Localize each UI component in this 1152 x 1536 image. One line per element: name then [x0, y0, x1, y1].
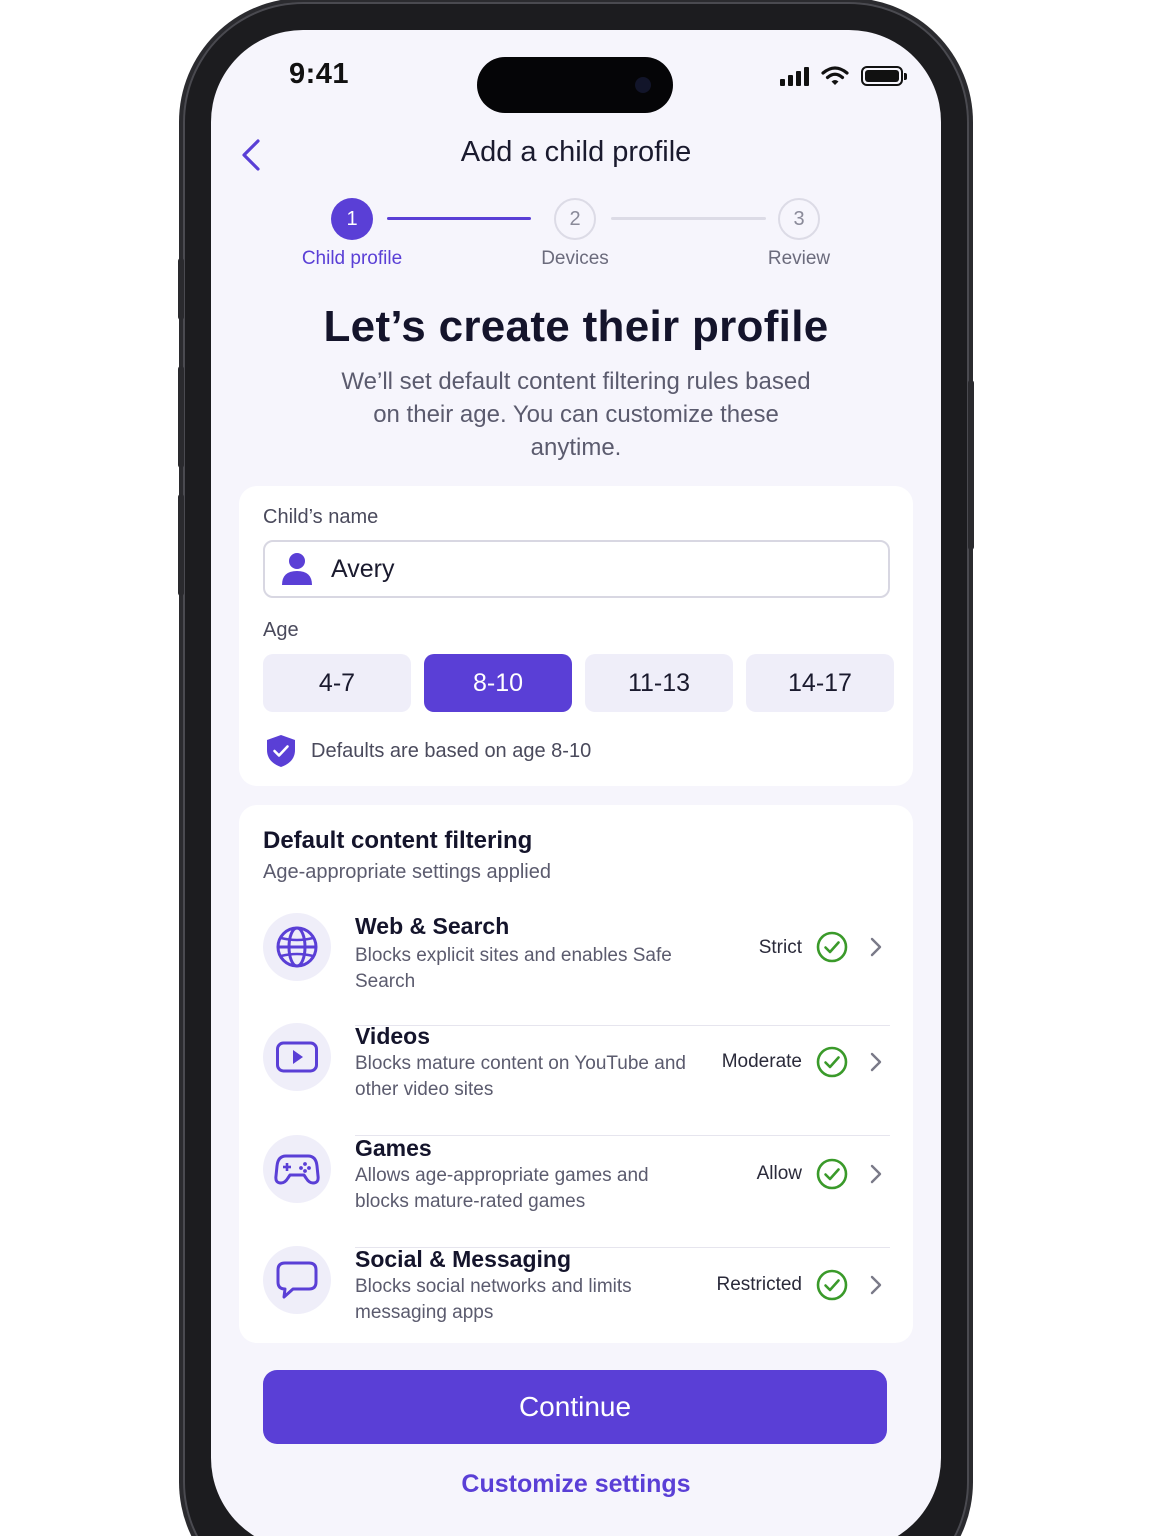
check-circle-icon — [816, 1269, 848, 1301]
status-time: 9:41 — [289, 58, 350, 90]
check-circle-icon — [816, 1158, 848, 1190]
filter-level: Allow — [756, 1163, 802, 1184]
step-2-label: Devices — [541, 248, 609, 269]
video-play-icon — [276, 1041, 318, 1073]
name-field-label: Child’s name — [263, 506, 379, 528]
chevron-right-icon — [870, 1275, 882, 1295]
step-connector-2 — [611, 217, 766, 220]
age-field-label: Age — [263, 619, 299, 641]
action-button — [178, 258, 184, 320]
filter-level: Moderate — [721, 1051, 802, 1072]
step-connector-1 — [387, 217, 531, 220]
filter-name: Web & Search — [355, 913, 510, 939]
defaults-note: Defaults are based on age 8-10 — [265, 734, 591, 768]
page-title: Add a child profile — [460, 136, 692, 168]
chevron-right-icon — [870, 1164, 882, 1184]
volume-down-button — [178, 494, 184, 596]
age-option-4-7[interactable]: 4-7 — [263, 654, 411, 712]
filter-row-games[interactable]: Games Allows age-appropriate games and b… — [263, 1135, 890, 1248]
age-option-11-13[interactable]: 11-13 — [585, 654, 733, 712]
check-circle-icon — [816, 931, 848, 963]
step-3-indicator: 3 — [778, 198, 820, 240]
age-option-8-10[interactable]: 8-10 — [424, 654, 572, 712]
defaults-note-text: Defaults are based on age 8-10 — [311, 739, 592, 762]
filter-name: Videos — [355, 1023, 430, 1049]
step-1-label: Child profile — [301, 248, 403, 269]
filter-row-videos[interactable]: Videos Blocks mature content on YouTube … — [263, 1023, 890, 1136]
check-circle-icon — [816, 1046, 848, 1078]
filter-level: Restricted — [716, 1274, 802, 1295]
filter-name: Games — [355, 1135, 432, 1161]
chat-bubble-icon — [276, 1261, 318, 1299]
content-filtering-card: Default content filtering Age-appropriat… — [239, 805, 913, 1343]
child-name-input[interactable]: Avery — [263, 540, 890, 598]
step-3-label: Review — [767, 248, 831, 269]
filter-description: Blocks social networks and limits messag… — [355, 1276, 632, 1323]
dynamic-island — [477, 57, 673, 113]
filter-description: Allows age-appropriate games and blocks … — [355, 1165, 649, 1212]
chevron-right-icon — [870, 1052, 882, 1072]
filtering-subtitle: Age-appropriate settings applied — [263, 861, 551, 883]
customize-settings-link[interactable]: Customize settings — [211, 1470, 941, 1499]
person-icon — [282, 553, 312, 585]
intro-description: We’ll set default content filtering rule… — [341, 368, 811, 461]
filter-description: Blocks explicit sites and enables Safe S… — [355, 945, 672, 992]
phone-screen: 9:41 Add a child profile 1 2 3 Child pro… — [211, 30, 941, 1536]
globe-icon — [276, 926, 318, 968]
filter-level: Strict — [758, 937, 802, 958]
child-name-value: Avery — [331, 554, 395, 583]
gamepad-icon-wrap — [263, 1135, 331, 1203]
filter-row-social-messaging[interactable]: Social & Messaging Blocks social network… — [263, 1246, 890, 1356]
age-selector: 4-7 8-10 11-13 14-17 — [263, 654, 894, 712]
filter-name: Social & Messaging — [355, 1246, 572, 1272]
status-icons — [780, 66, 907, 86]
cellular-signal-icon — [780, 66, 809, 86]
power-button — [968, 380, 974, 550]
filter-row-web-search[interactable]: Web & Search Blocks explicit sites and e… — [263, 913, 890, 1026]
globe-icon-wrap — [263, 913, 331, 981]
gamepad-icon — [274, 1154, 320, 1185]
chat-icon-wrap — [263, 1246, 331, 1314]
battery-icon — [861, 66, 907, 86]
headline: Let’s create their profile — [323, 302, 829, 351]
step-2-indicator: 2 — [554, 198, 596, 240]
step-1-indicator: 1 — [331, 198, 373, 240]
front-camera — [635, 77, 651, 93]
chevron-right-icon — [870, 937, 882, 957]
continue-button[interactable]: Continue — [263, 1370, 887, 1444]
age-option-14-17[interactable]: 14-17 — [746, 654, 894, 712]
filter-description: Blocks mature content on YouTube and oth… — [355, 1053, 686, 1100]
filtering-title: Default content filtering — [263, 827, 533, 854]
profile-form-card: Child’s name Avery Age 4-7 8-10 11-13 14… — [239, 486, 913, 786]
volume-up-button — [178, 366, 184, 468]
shield-check-icon — [267, 735, 295, 767]
video-icon-wrap — [263, 1023, 331, 1091]
wifi-icon — [821, 66, 849, 85]
